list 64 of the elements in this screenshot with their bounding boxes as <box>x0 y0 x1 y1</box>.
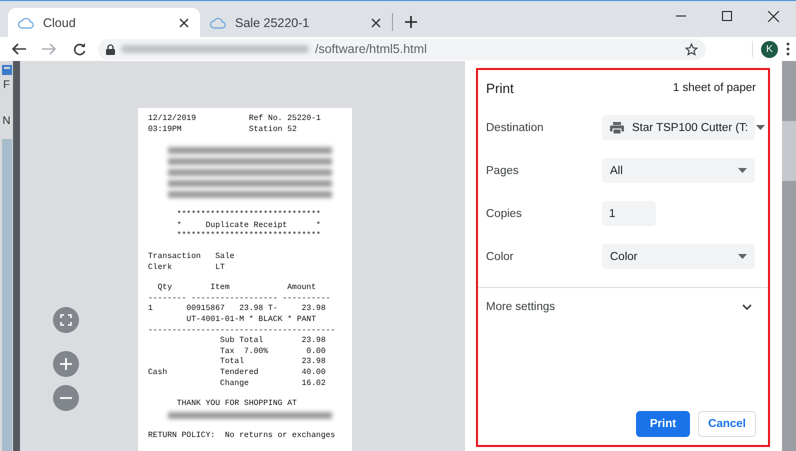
receipt-line: --------------------------------------- <box>148 326 336 336</box>
copies-field[interactable]: 1 <box>602 201 656 226</box>
minus-icon <box>60 397 72 399</box>
menu-icon[interactable] <box>786 42 790 56</box>
receipt-line: ****************************** <box>176 231 322 242</box>
browser-tab[interactable]: Cloud <box>8 8 200 37</box>
url-text: /software/html5.html <box>315 42 428 56</box>
plus-icon <box>60 358 72 370</box>
app-label: N <box>2 115 10 127</box>
dropdown-caret-icon <box>738 254 747 259</box>
dropdown-caret-icon <box>756 125 766 130</box>
receipt-line: RETURN POLICY: No returns or exchanges <box>148 430 336 442</box>
cloud-icon <box>18 16 34 28</box>
setting-label: Destination <box>486 122 545 134</box>
receipt-line: 12/12/2019 Ref No. 25220-1 <box>148 114 322 125</box>
zoom-in-button[interactable] <box>53 351 79 377</box>
more-settings-toggle[interactable]: More settings <box>486 288 756 326</box>
receipt-line: -------- ------------------ ---------- <box>148 294 332 304</box>
close-icon[interactable] <box>178 16 190 28</box>
setting-label: Pages <box>486 164 520 176</box>
receipt-line: Total 23.98 <box>219 357 327 368</box>
receipt-line: Change 16.02 <box>219 378 327 390</box>
star-icon[interactable] <box>685 42 698 56</box>
receipt-line: Sub Total 23.98 <box>219 336 327 347</box>
receipt-line: UT-4001-01-M * BLACK * PANT <box>185 314 318 326</box>
receipt-line: * Duplicate Receipt * <box>176 220 322 231</box>
receipt-line: ****************************** <box>176 210 322 221</box>
receipt-line: 1 00915867 23.98 T- 23.98 <box>148 304 327 315</box>
reload-icon <box>72 42 86 56</box>
plus-icon <box>405 16 417 28</box>
browser-tab[interactable]: Sale 25220-1 <box>200 8 392 37</box>
fit-icon <box>60 314 72 326</box>
receipt-line: Transaction Sale <box>148 252 236 263</box>
receipt-line: 03:19PM Station 52 <box>148 124 298 136</box>
profile-avatar[interactable]: K <box>761 40 778 58</box>
close-icon[interactable] <box>370 16 382 28</box>
panel-title: Print <box>486 80 514 96</box>
setting-label: Copies <box>486 208 523 220</box>
printer-icon <box>610 122 624 134</box>
sheet-count: 1 sheet of paper <box>672 82 756 94</box>
fit-to-page-button[interactable] <box>53 307 79 333</box>
cancel-button[interactable]: Cancel <box>698 411 756 437</box>
chevron-icon <box>742 304 752 310</box>
maximize-icon <box>722 11 732 21</box>
setting-label: Color <box>486 250 514 262</box>
app-panel <box>782 121 796 181</box>
settings-dropdown[interactable]: All <box>602 158 755 183</box>
forward-arrow-icon <box>42 43 56 55</box>
cloud-icon <box>210 16 226 28</box>
receipt-line: Clerk LT <box>148 262 226 274</box>
settings-dropdown[interactable]: Color <box>602 244 755 269</box>
minimize-icon <box>676 15 686 17</box>
receipt-line: Cash Tendered 40.00 <box>148 368 327 378</box>
receipt-line: THANK YOU FOR SHOPPING AT <box>176 399 298 410</box>
dropdown-caret-icon <box>738 168 747 173</box>
print-button[interactable]: Print <box>636 411 690 437</box>
address-bar[interactable]: /software/html5.html <box>98 38 706 60</box>
app-label: F <box>3 79 10 91</box>
receipt-line: Tax 7.00% 0.00 <box>219 346 327 357</box>
back-arrow-icon <box>12 43 26 55</box>
lock-icon <box>106 44 115 54</box>
close-icon <box>768 10 778 22</box>
zoom-out-button[interactable] <box>53 385 79 411</box>
receipt-line: Qty Item Amount <box>156 283 318 294</box>
